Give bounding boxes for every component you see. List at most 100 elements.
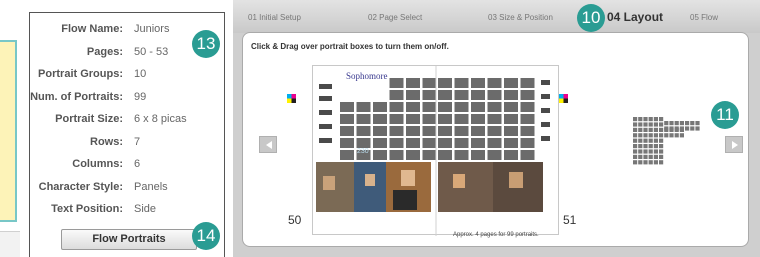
portrait-box[interactable] <box>406 114 420 124</box>
portrait-box[interactable] <box>389 78 404 88</box>
portrait-box[interactable] <box>471 114 485 124</box>
flow-portraits-button[interactable]: Flow Portraits <box>61 229 197 250</box>
portrait-box[interactable] <box>438 126 452 136</box>
portrait-box[interactable] <box>389 150 404 160</box>
portrait-box[interactable] <box>487 138 502 148</box>
portrait-box[interactable] <box>373 114 387 124</box>
portrait-box[interactable] <box>471 102 485 112</box>
portrait-box[interactable] <box>504 126 518 136</box>
portrait-box[interactable] <box>373 126 387 136</box>
portrait-box[interactable] <box>487 150 502 160</box>
portrait-box[interactable] <box>422 150 437 160</box>
portrait-box[interactable] <box>520 90 535 100</box>
thumb-portrait-box <box>643 117 648 122</box>
portrait-box[interactable] <box>340 150 354 160</box>
portrait-box[interactable] <box>487 102 502 112</box>
thumb-portrait-box <box>633 149 638 154</box>
portrait-box[interactable] <box>406 150 420 160</box>
next-spread-button[interactable] <box>725 136 743 153</box>
portrait-box[interactable] <box>520 114 535 124</box>
portrait-box[interactable] <box>389 102 404 112</box>
portrait-box[interactable] <box>356 126 371 136</box>
group-photo <box>354 162 386 212</box>
portrait-box[interactable] <box>504 78 518 88</box>
thumb-portrait-box <box>633 117 638 122</box>
portrait-box[interactable] <box>454 90 469 100</box>
portrait-box[interactable] <box>438 138 452 148</box>
prev-spread-button[interactable] <box>259 136 277 153</box>
portrait-box[interactable] <box>340 138 354 148</box>
thumb-portrait-box <box>643 133 648 138</box>
portrait-box[interactable] <box>422 102 437 112</box>
portrait-box[interactable] <box>504 150 518 160</box>
portrait-box[interactable] <box>356 102 371 112</box>
portrait-box[interactable] <box>487 90 502 100</box>
portrait-box[interactable] <box>471 150 485 160</box>
portrait-box[interactable] <box>406 138 420 148</box>
portrait-box[interactable] <box>406 78 420 88</box>
step-page-select[interactable]: 02 Page Select <box>368 13 422 22</box>
portrait-box[interactable] <box>471 78 485 88</box>
portrait-box[interactable] <box>389 138 404 148</box>
portrait-box[interactable] <box>389 114 404 124</box>
portrait-box[interactable] <box>340 114 354 124</box>
portrait-box[interactable] <box>520 102 535 112</box>
portrait-box[interactable] <box>438 78 452 88</box>
info-label: Character Style: <box>38 180 123 193</box>
portrait-box[interactable] <box>504 90 518 100</box>
portrait-box[interactable] <box>422 114 437 124</box>
portrait-box[interactable] <box>454 126 469 136</box>
portrait-box[interactable] <box>389 126 404 136</box>
portrait-box[interactable] <box>340 102 354 112</box>
portrait-box[interactable] <box>454 114 469 124</box>
page-spread-preview[interactable]: Sophomore 230 <box>312 65 560 236</box>
step-size-position[interactable]: 03 Size & Position <box>488 13 553 22</box>
portrait-box[interactable] <box>356 138 371 148</box>
portrait-box[interactable] <box>520 138 535 148</box>
info-row: Flow Name: Juniors <box>30 23 220 39</box>
portrait-box[interactable] <box>471 90 485 100</box>
step-initial-setup[interactable]: 01 Initial Setup <box>248 13 301 22</box>
portrait-box[interactable] <box>438 102 452 112</box>
portrait-grid[interactable] <box>313 66 560 236</box>
portrait-box[interactable] <box>373 138 387 148</box>
portrait-box[interactable] <box>389 90 404 100</box>
portrait-box[interactable] <box>487 114 502 124</box>
portrait-box[interactable] <box>438 90 452 100</box>
portrait-box[interactable] <box>422 90 437 100</box>
info-row: Pages: 50 - 53 <box>30 46 220 62</box>
spread-thumbnail[interactable] <box>633 117 706 168</box>
callout-badge-13: 13 <box>192 30 220 58</box>
step-flow[interactable]: 05 Flow <box>690 13 718 22</box>
portrait-box[interactable] <box>454 78 469 88</box>
portrait-box[interactable] <box>406 102 420 112</box>
portrait-box[interactable] <box>471 126 485 136</box>
portrait-box[interactable] <box>340 126 354 136</box>
portrait-box[interactable] <box>438 114 452 124</box>
portrait-box[interactable] <box>406 126 420 136</box>
portrait-box[interactable] <box>406 90 420 100</box>
portrait-box[interactable] <box>471 138 485 148</box>
portrait-box[interactable] <box>454 150 469 160</box>
portrait-box[interactable] <box>504 138 518 148</box>
portrait-box[interactable] <box>487 78 502 88</box>
thumb-portrait-box <box>679 126 684 131</box>
portrait-box[interactable] <box>422 78 437 88</box>
page-estimate: Approx. 4 pages for 99 portraits. <box>453 232 539 238</box>
portrait-box[interactable] <box>520 126 535 136</box>
portrait-box[interactable] <box>422 138 437 148</box>
portrait-box[interactable] <box>438 150 452 160</box>
portrait-box[interactable] <box>454 138 469 148</box>
step-layout[interactable]: 04 Layout <box>607 10 663 24</box>
portrait-box[interactable] <box>373 150 387 160</box>
portrait-box[interactable] <box>373 102 387 112</box>
name-tab <box>541 108 550 113</box>
portrait-box[interactable] <box>504 102 518 112</box>
portrait-box[interactable] <box>520 78 535 88</box>
portrait-box[interactable] <box>422 126 437 136</box>
portrait-box[interactable] <box>504 114 518 124</box>
portrait-box[interactable] <box>454 102 469 112</box>
portrait-box[interactable] <box>487 126 502 136</box>
portrait-box[interactable] <box>520 150 535 160</box>
portrait-box[interactable] <box>356 114 371 124</box>
